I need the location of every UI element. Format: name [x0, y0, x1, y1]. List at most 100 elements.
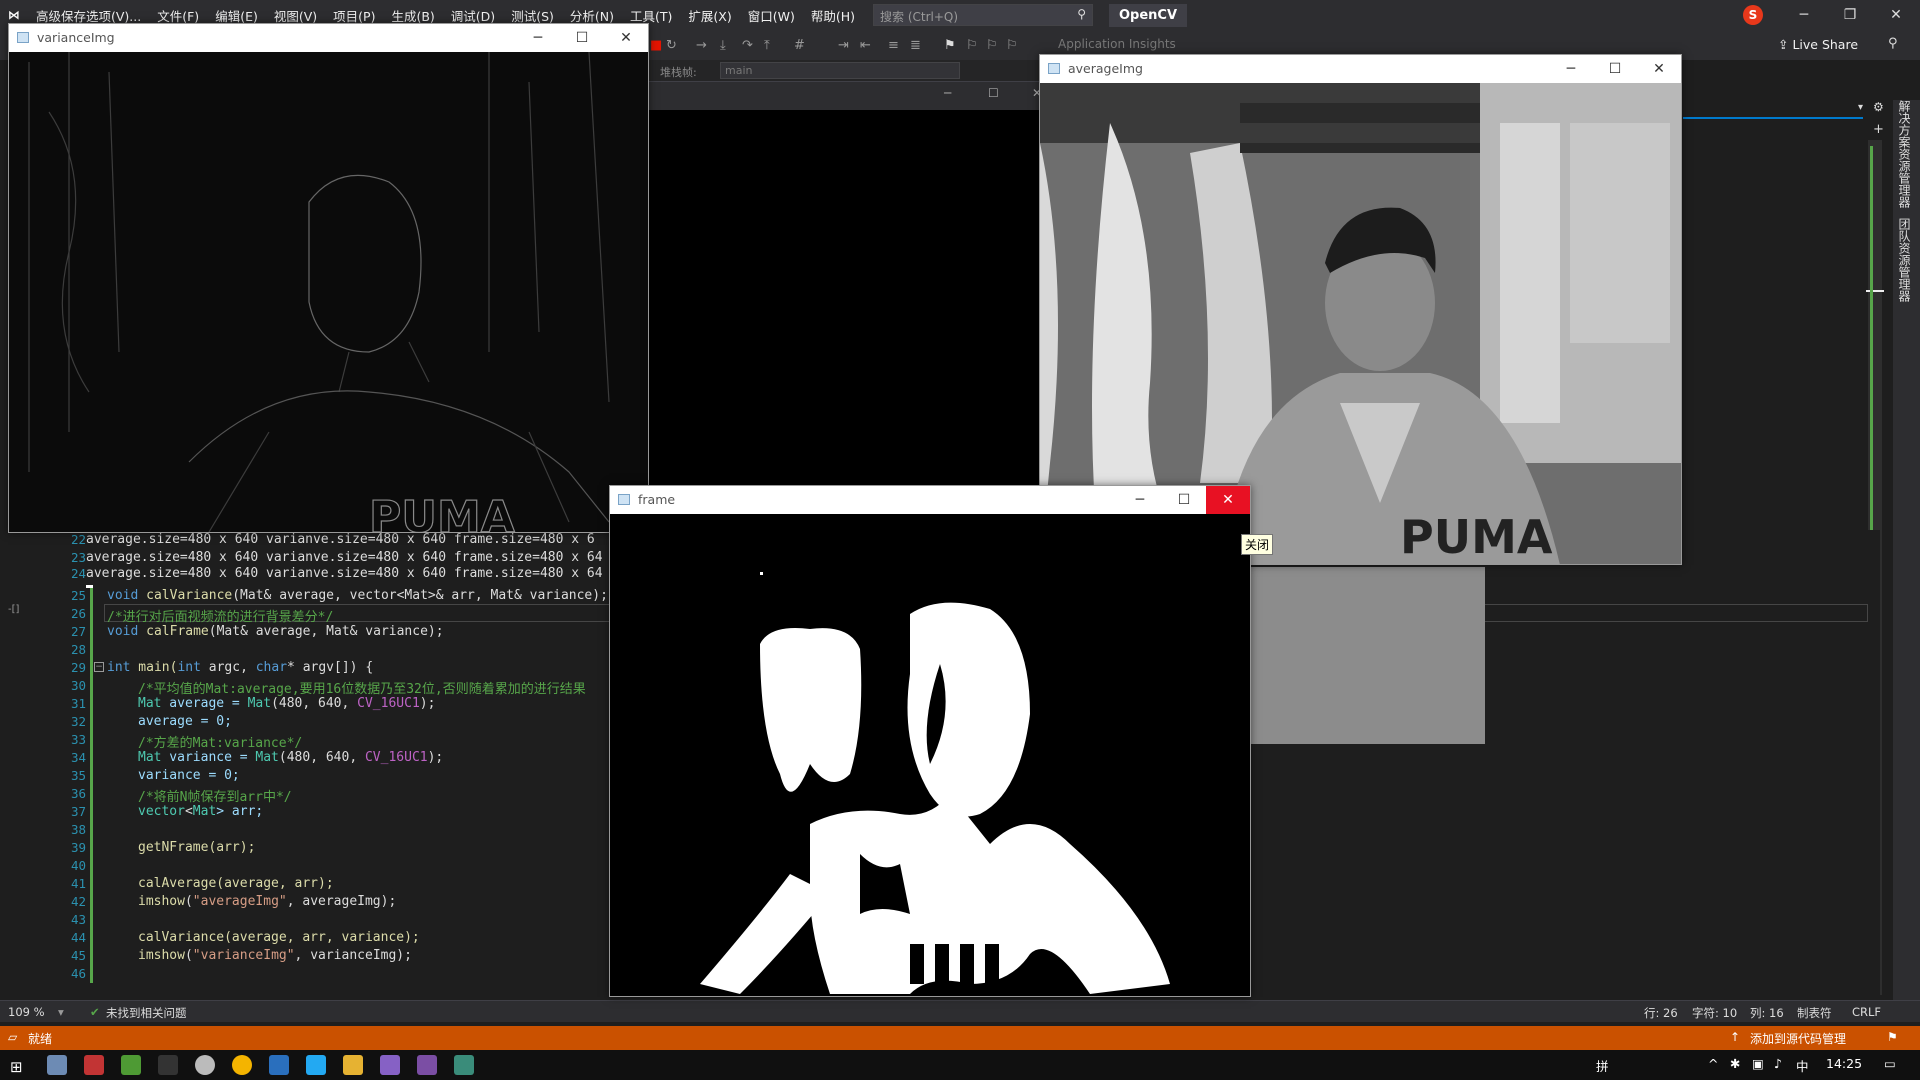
line-ending[interactable]: CRLF	[1852, 1005, 1881, 1019]
console-minimize-icon[interactable]: ─	[944, 86, 951, 100]
code-line: /*方差的Mat:variance*/	[138, 736, 303, 751]
ime-indicator[interactable]: 拼	[1596, 1056, 1609, 1075]
visual-studio-icon[interactable]	[380, 1055, 400, 1075]
step-out-icon[interactable]: ⤒	[764, 38, 770, 53]
feedback-icon[interactable]: ⚲	[1888, 36, 1898, 51]
step-into-icon[interactable]: ⤓	[720, 38, 726, 53]
vscode-icon[interactable]	[306, 1055, 326, 1075]
menu-build[interactable]: 生成(B)	[383, 6, 442, 25]
app-icon-1[interactable]	[47, 1055, 67, 1075]
minimize-icon[interactable]: ─	[1549, 55, 1593, 83]
show-next-statement-icon[interactable]: →	[696, 38, 707, 53]
start-icon[interactable]: ⊞	[10, 1058, 23, 1076]
app-insights-button[interactable]: Application Insights	[1058, 37, 1176, 51]
maximize-icon[interactable]: ☐	[1162, 486, 1206, 514]
maximize-icon[interactable]: ☐	[1593, 55, 1637, 83]
close-icon[interactable]: ✕	[604, 24, 648, 52]
window-titlebar[interactable]: averageImg ─ ☐ ✕	[1040, 55, 1681, 83]
clock[interactable]: 14:25	[1826, 1056, 1862, 1071]
issues-status[interactable]: 未找到相关问题	[106, 1005, 187, 1021]
minimize-icon[interactable]: ─	[516, 24, 560, 52]
app-icon-7[interactable]	[269, 1055, 289, 1075]
indent-icon[interactable]: ⇥	[838, 38, 849, 53]
volume-icon[interactable]: ♪	[1774, 1056, 1782, 1071]
line-number: 27	[70, 624, 86, 639]
app-icon-12[interactable]	[454, 1055, 474, 1075]
menu-debug[interactable]: 调试(D)	[443, 6, 503, 25]
menu-file[interactable]: 文件(F)	[149, 6, 207, 25]
stack-frame-dropdown[interactable]: main	[720, 62, 960, 79]
stop-icon[interactable]: ■	[650, 38, 662, 53]
terminal-icon[interactable]	[158, 1055, 178, 1075]
menu-help[interactable]: 帮助(H)	[803, 6, 863, 25]
minimize-icon[interactable]: ─	[1118, 486, 1162, 514]
console-output-line: average.size=480 x 640 varianve.size=480…	[86, 550, 603, 565]
app-icon-3[interactable]	[121, 1055, 141, 1075]
menu-test[interactable]: 测试(S)	[503, 6, 562, 25]
window-titlebar[interactable]: frame ─ ☐ ✕	[610, 486, 1250, 514]
line-number: 30	[70, 678, 86, 693]
restart-icon[interactable]: ↻	[666, 38, 677, 53]
close-icon[interactable]: ✕	[1206, 486, 1250, 514]
ime-mode-icon[interactable]: 中	[1796, 1056, 1809, 1075]
search-placeholder: 搜索 (Ctrl+Q)	[880, 10, 959, 24]
menu-extensions[interactable]: 扩展(X)	[680, 6, 739, 25]
menu-window[interactable]: 窗口(W)	[740, 6, 803, 25]
menu-edit[interactable]: 编辑(E)	[207, 6, 266, 25]
clear-bookmarks-icon[interactable]: ⚐	[1006, 38, 1018, 53]
settings-icon[interactable]: ⚙	[1873, 100, 1884, 114]
indent-mode[interactable]: 制表符	[1797, 1005, 1832, 1021]
minimize-icon[interactable]: ─	[1781, 0, 1827, 30]
maximize-icon[interactable]: ☐	[560, 24, 604, 52]
frame-window[interactable]: frame ─ ☐ ✕	[609, 485, 1251, 997]
action-center-icon[interactable]: ▭	[1884, 1056, 1896, 1071]
cursor-char: 字符: 10	[1692, 1006, 1738, 1020]
window-titlebar[interactable]: varianceImg ─ ☐ ✕	[9, 24, 648, 52]
bookmark-icon[interactable]: ⚑	[944, 38, 956, 53]
variance-image-window[interactable]: varianceImg ─ ☐ ✕ PUMA	[8, 23, 649, 533]
close-icon[interactable]: ✕	[1873, 0, 1919, 30]
status-icon: ▱	[8, 1030, 18, 1044]
dropdown-arrow-icon[interactable]: ▾	[1858, 102, 1863, 113]
menu-project[interactable]: 项目(P)	[325, 6, 383, 25]
file-explorer-icon[interactable]	[343, 1055, 363, 1075]
restore-icon[interactable]: ❐	[1827, 0, 1873, 30]
search-input[interactable]: 搜索 (Ctrl+Q) ⚲	[873, 4, 1093, 26]
zoom-dropdown-icon[interactable]: ▾	[58, 1005, 64, 1019]
variance-image-content: PUMA	[9, 52, 648, 532]
chrome-icon[interactable]	[232, 1055, 252, 1075]
team-explorer-tab[interactable]: 团队资源管理器	[1896, 218, 1913, 302]
menu-tools[interactable]: 工具(T)	[622, 6, 680, 25]
bluetooth-icon[interactable]: ✱	[1730, 1056, 1740, 1071]
foreground-mask-content	[610, 514, 1250, 996]
menu-analyze[interactable]: 分析(N)	[562, 6, 622, 25]
close-icon[interactable]: ✕	[1637, 55, 1681, 83]
notifications-icon[interactable]: ⚑	[1887, 1030, 1898, 1044]
user-avatar[interactable]: S	[1743, 5, 1763, 25]
app-icon-2[interactable]	[84, 1055, 104, 1075]
app-icon-5[interactable]	[195, 1055, 215, 1075]
zoom-level[interactable]: 109 %	[8, 1005, 45, 1019]
tray-expand-icon[interactable]: ^	[1708, 1056, 1718, 1071]
menu-view[interactable]: 视图(V)	[266, 6, 325, 25]
add-source-control[interactable]: 添加到源代码管理	[1750, 1030, 1846, 1047]
collapse-icon[interactable]: −	[94, 662, 104, 672]
status-ready: 就绪	[28, 1032, 53, 1046]
step-over-icon[interactable]: ↷	[742, 38, 753, 53]
prev-bookmark-icon[interactable]: ⚐	[966, 38, 978, 53]
network-icon[interactable]: ▣	[1752, 1056, 1764, 1071]
collapse-marker-icon[interactable]: -[]	[8, 604, 19, 615]
split-icon[interactable]: +	[1873, 122, 1884, 137]
next-bookmark-icon[interactable]: ⚐	[986, 38, 998, 53]
live-share-button[interactable]: ⇪ Live Share	[1778, 37, 1858, 52]
solution-explorer-tab[interactable]: 解决方案资源管理器	[1896, 100, 1913, 208]
console-maximize-icon[interactable]: ☐	[988, 86, 999, 100]
app-icon-11[interactable]	[417, 1055, 437, 1075]
window-app-icon	[618, 494, 630, 505]
hex-icon[interactable]: #	[794, 38, 805, 53]
console-window-titlebar	[648, 82, 1040, 110]
outdent-icon[interactable]: ⇤	[860, 38, 871, 53]
comment-icon[interactable]: ≡	[888, 38, 899, 53]
code-line: void calVariance(Mat& average, vector<Ma…	[107, 588, 608, 603]
uncomment-icon[interactable]: ≣	[910, 38, 921, 53]
